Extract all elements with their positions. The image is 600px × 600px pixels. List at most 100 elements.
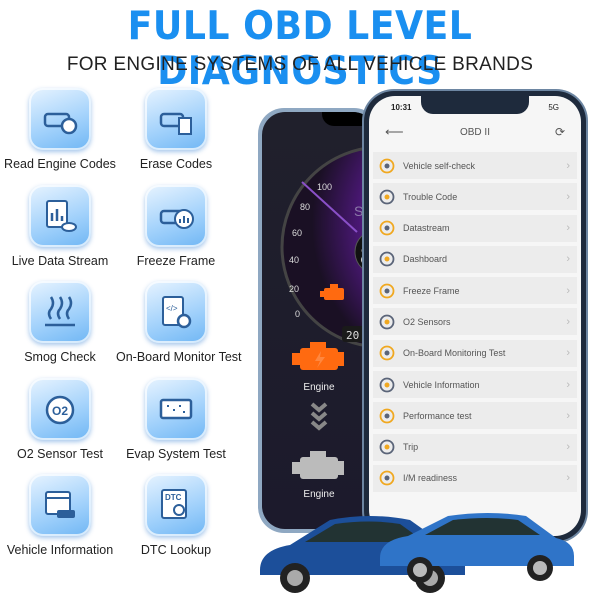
menu-item-trip[interactable]: Trip › [373,433,577,461]
dtc-icon [379,189,395,205]
svg-text:O2: O2 [52,404,68,418]
menu-item-label: Performance test [403,410,472,421]
dashboard-phone: 8 SP 020406080100 20 Engine Engine [258,108,380,533]
chevron-right-icon: › [566,190,570,203]
menu-item-label: Vehicle self-check [403,160,476,171]
gauge-tick-label: 40 [289,255,299,265]
app-phone: 10:31 5G ⟵ OBD II ⟳ Vehicle self-check › T… [364,91,586,541]
feature-label: Freeze Frame [136,253,216,268]
chevron-down-icon [310,402,328,431]
feature-erase-codes: Erase Codes [116,88,236,171]
menu-item-label: O2 Sensors [403,316,451,327]
chevron-right-icon: › [566,472,570,485]
chevron-right-icon: › [566,347,570,360]
chevron-right-icon: › [566,441,570,454]
monitoring-icon [379,345,395,361]
engine-ok-label: Engine [303,489,335,500]
menu-item-vehicle-information[interactable]: Vehicle Information › [373,371,577,399]
calendar-car-icon [29,474,91,536]
feature-on-board-monitor-test: </> On-Board Monitor Test [116,281,242,364]
chevron-right-icon: › [566,253,570,266]
chart-eye-icon [29,184,91,247]
svg-text:DTC: DTC [165,493,182,502]
feature-label: Smog Check [24,350,96,364]
menu-item-label: Vehicle Information [403,379,480,390]
menu-item-label: On-Board Monitoring Test [403,348,506,359]
feature-read-engine-codes: Read Engine Codes [0,88,120,171]
feature-label: Live Data Stream [11,253,109,268]
menu-item-label: Trouble Code [403,191,458,202]
feature-vehicle-information: Vehicle Information [0,474,120,557]
trip-icon [379,439,395,455]
menu-item-trouble-code[interactable]: Trouble Code › [373,183,577,211]
menu-item-freeze-frame[interactable]: Freeze Frame › [373,277,577,305]
menu-item-vehicle-self-check[interactable]: Vehicle self-check › [373,152,577,179]
code-gear-icon: </> [145,281,207,343]
menu-item-label: Freeze Frame [403,285,460,296]
gauge-tick-label: 100 [317,182,332,192]
menu-item-label: Datastream [403,223,450,234]
menu-item-i-m-readiness[interactable]: I/M readiness › [373,464,577,492]
feature-label: DTC Lookup [140,543,212,557]
chevron-right-icon: › [566,378,570,391]
car-chart-icon [145,184,207,247]
chevron-right-icon: › [566,159,570,172]
gauge-tick-label: 0 [295,309,300,319]
phone-notch [421,96,529,114]
svg-text:</>: </> [166,304,178,313]
feature-label: Read Engine Codes [4,157,116,171]
menu-item-o2-sensors[interactable]: O2 Sensors › [373,308,577,336]
feature-label: On-Board Monitor Test [116,350,242,364]
menu-item-performance-test[interactable]: Performance test › [373,402,577,430]
page-title: FULL OBD LEVEL DIAGNOSTICS [127,4,473,94]
cars-image [260,513,574,593]
obd-menu: Vehicle self-check › Trouble Code › Datastre… [373,152,577,496]
screen-title: OBD II [459,126,490,138]
gauge-tick-label: 20 [289,284,299,294]
page-subtitle: FOR ENGINE SYSTEMS OF ALL VEHICLE BRANDS [66,54,534,75]
odometer: 20 [346,329,359,342]
engine-ok-icon [292,451,344,479]
engine-warning-label: Engine [303,382,335,393]
menu-item-on-board-monitoring-test[interactable]: On-Board Monitoring Test › [373,339,577,367]
menu-item-dashboard[interactable]: Dashboard › [373,245,577,273]
gauge-tick-label: 80 [300,202,310,212]
gauge-tick-label: 60 [292,228,302,238]
menu-item-datastream[interactable]: Datastream › [373,214,577,242]
feature-o2-sensor-test: O2 O2 Sensor Test [0,377,120,461]
chevron-right-icon: › [566,222,570,235]
car-search-icon [29,88,91,150]
menu-item-label: Dashboard [403,254,448,265]
feature-evap-system-test: Evap System Test [116,377,236,461]
smog-icon [29,281,91,343]
back-arrow-icon[interactable]: ⟵ [385,124,404,140]
status-network: 5G [548,103,559,112]
evap-icon [145,377,207,440]
o2-sensor-icon: O2 [29,377,91,440]
menu-item-label: Trip [403,442,419,453]
car-erase-icon [145,88,207,150]
feature-freeze-frame: Freeze Frame [116,184,236,268]
dtc-search-icon: DTC [145,474,207,536]
vehicle-info-icon [379,377,395,393]
datastream-icon [379,220,395,236]
dashboard-icon [379,251,395,267]
feature-live-data-stream: Live Data Stream [0,184,120,268]
nav-bar: ⟵ OBD II ⟳ [369,118,581,146]
chevron-right-icon: › [566,284,570,297]
refresh-icon[interactable]: ⟳ [555,125,565,139]
performance-icon [379,408,395,424]
status-time: 10:31 [391,103,412,112]
menu-item-label: I/M readiness [403,473,458,484]
feature-dtc-lookup: DTC DTC Lookup [116,474,236,557]
feature-label: Vehicle Information [6,543,114,557]
freeze-frame-icon [379,283,395,299]
feature-label: O2 Sensor Test [17,446,103,461]
feature-smog-check: Smog Check [0,281,120,364]
speedometer-gauge: 8 SP 020406080100 20 Engine Engine [280,145,376,500]
self-check-icon [379,158,395,174]
chevron-right-icon: › [566,409,570,422]
im-readiness-icon [379,470,395,486]
chevron-right-icon: › [566,315,570,328]
o2-sensors-icon [379,314,395,330]
